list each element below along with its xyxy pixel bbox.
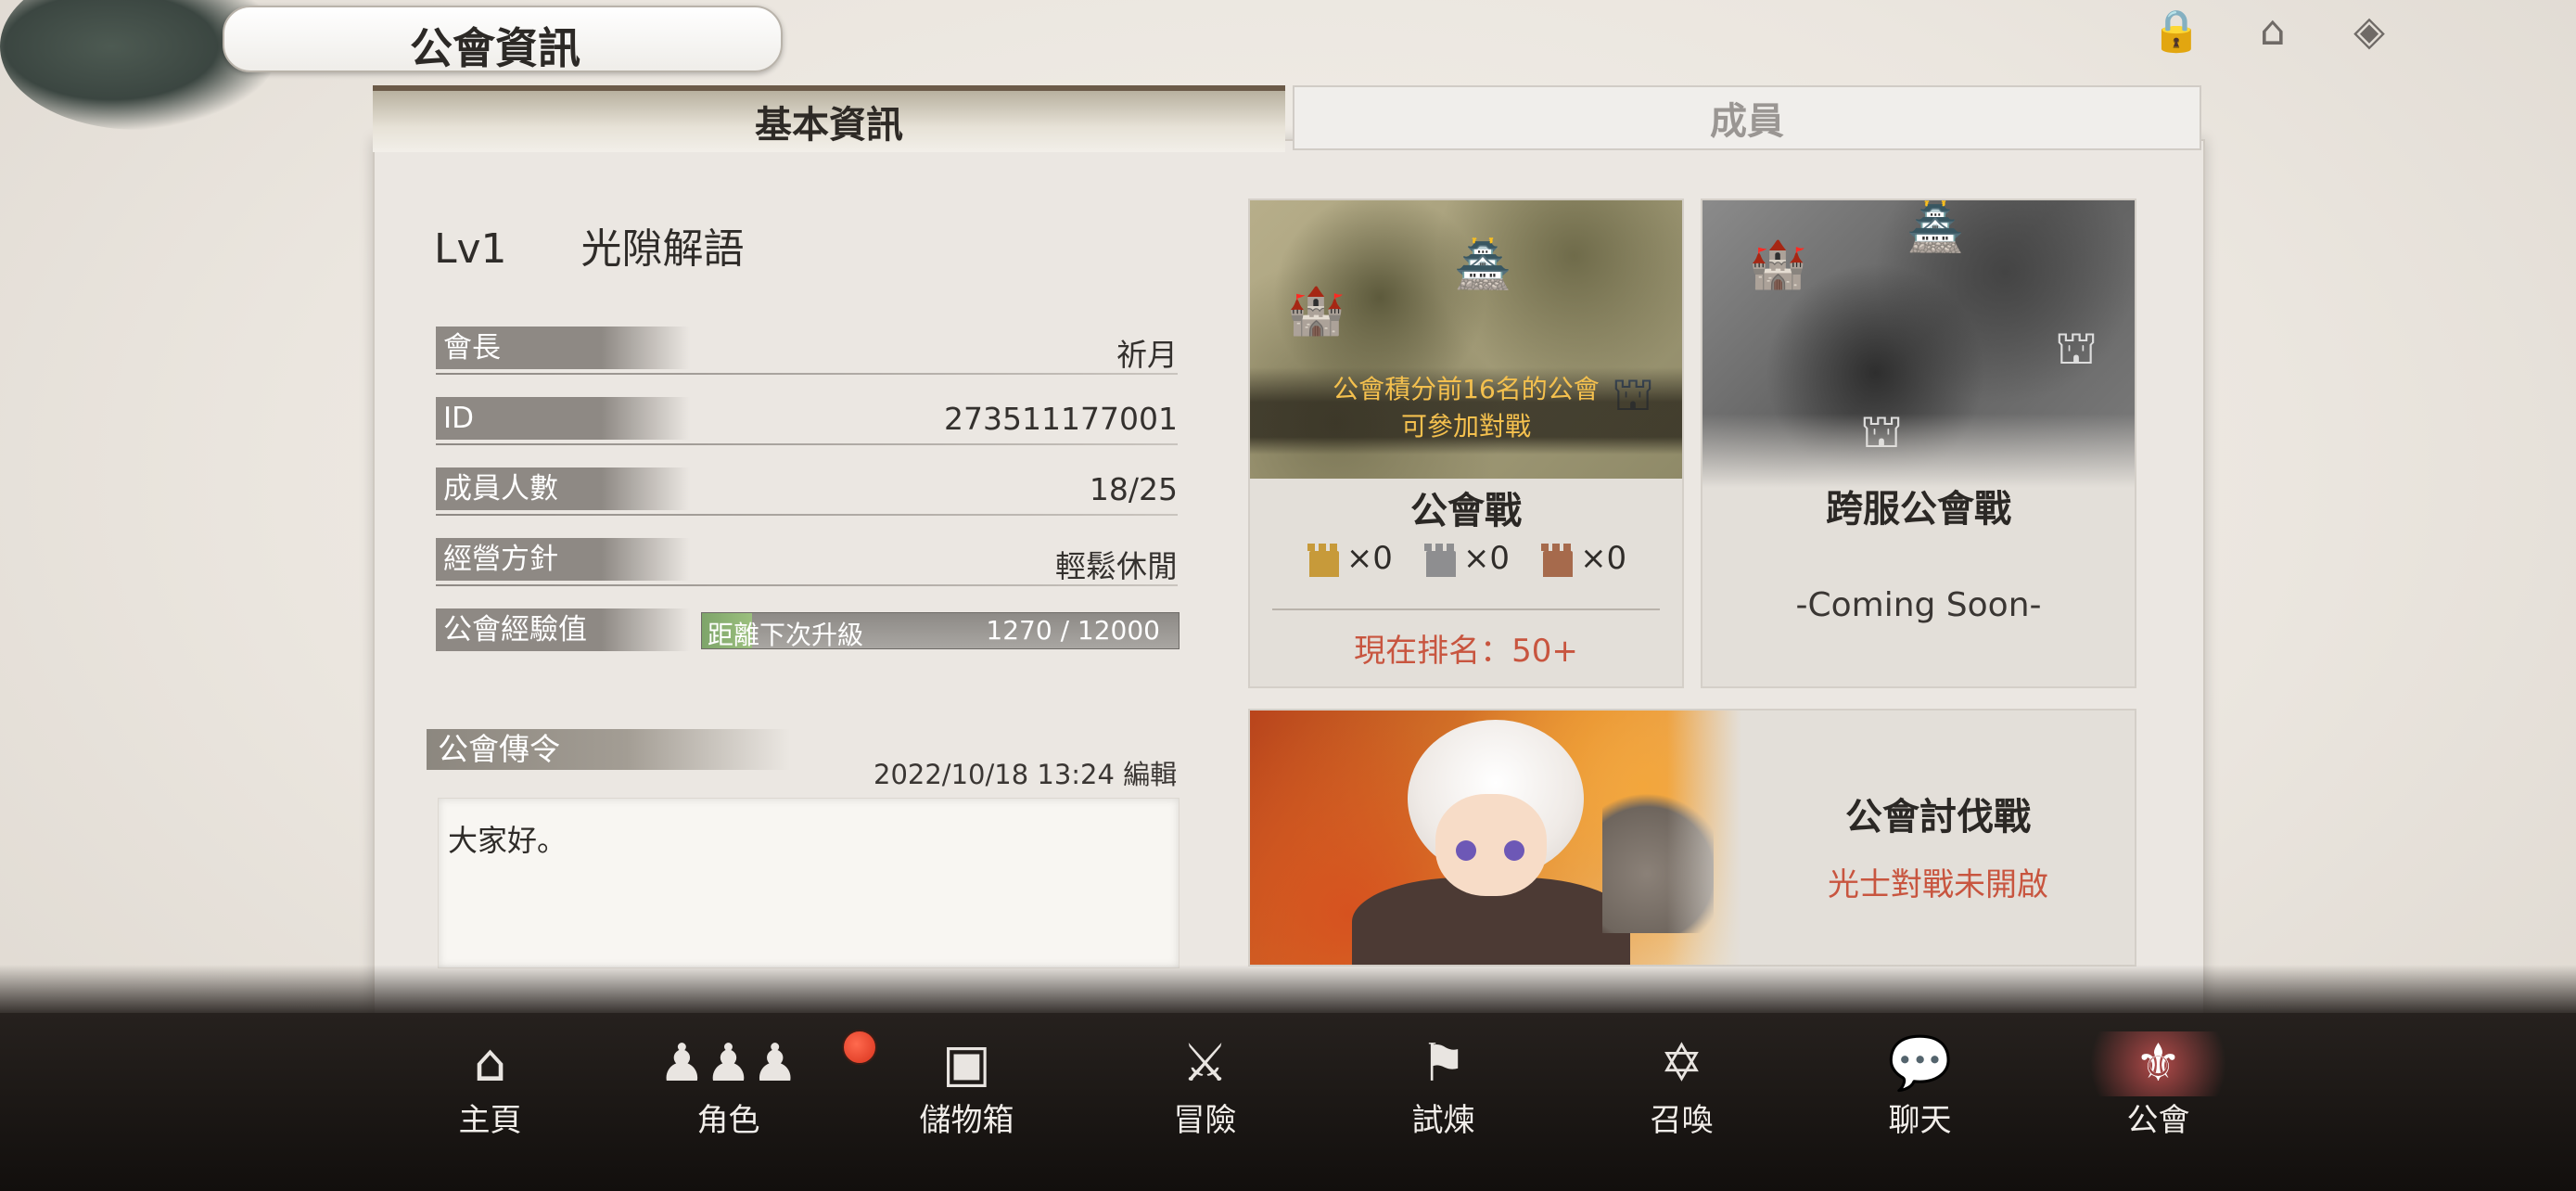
nav-item-chest[interactable]: ▣ 儲物箱 — [848, 1020, 1086, 1141]
tab-basic-info[interactable]: 基本資訊 — [373, 85, 1285, 152]
castle-icon: ⛫ — [2055, 321, 2098, 375]
guild-name: 光隙解語 — [580, 225, 745, 273]
notification-badge — [842, 1030, 877, 1065]
exp-bar-value: 1270 / 12000 — [986, 615, 1160, 646]
tab-members-label: 成員 — [1710, 100, 1784, 143]
exp-bar-caption: 距離下次升級 — [708, 620, 864, 650]
info-value: 273511177001 — [944, 401, 1178, 437]
notice-box: 大家好。 — [438, 798, 1180, 968]
token-silver: ×0 — [1422, 540, 1510, 577]
help-icon[interactable]: ◈ — [2339, 0, 2400, 61]
nav-label: 公會 — [2126, 1102, 2190, 1139]
nav-label: 試煉 — [1411, 1102, 1475, 1139]
guild-icon: ⚜ — [2039, 1031, 2277, 1096]
bottom-nav: ⌂ 主頁 ♟♟♟ 角色 ▣ 儲物箱 ⚔ 冒險 ⚑ 試煉 ✡ 召喚 💬 聊天 ⚜ … — [371, 1020, 2300, 1141]
nav-item-guild[interactable]: ⚜ 公會 — [2039, 1020, 2277, 1141]
art-eye — [1504, 840, 1524, 861]
castle-icon: 🏯 — [1454, 237, 1512, 291]
nav-label: 聊天 — [1888, 1102, 1952, 1139]
info-label: ID — [436, 397, 690, 440]
nav-label: 角色 — [696, 1102, 760, 1139]
divider — [436, 373, 1178, 375]
guild-war-rank: 現在排名：50+ — [1354, 633, 1578, 670]
token-count: ×0 — [1580, 540, 1627, 577]
chest-icon: ▣ — [942, 1033, 991, 1094]
chat-icon: 💬 — [1887, 1033, 1953, 1094]
crossed-swords-icon: ⚔ — [1181, 1033, 1229, 1094]
summon-icon: ✡ — [1660, 1033, 1703, 1094]
exp-progress-bar: 距離下次升級 1270 / 12000 — [701, 612, 1180, 650]
top-icons: 🔒 ⌂ ◈ — [2146, 0, 2400, 61]
cross-war-status: -Coming Soon- — [1795, 586, 2042, 624]
token-bronze: ×0 — [1539, 540, 1626, 577]
guild-war-map-image: 🏰 🏯 ⛫ 公會積分前16名的公會 可參加對戰 — [1250, 200, 1682, 479]
guild-level: Lv1 — [434, 225, 507, 273]
notice-edit-meta[interactable]: 2022/10/18 13:24 編輯 — [874, 753, 1177, 792]
divider — [436, 514, 1178, 516]
guild-war-tokens: ×0 ×0 ×0 — [1250, 540, 1682, 577]
castle-icon: 🏰 — [1749, 237, 1807, 291]
info-label: 會長 — [436, 327, 690, 369]
guild-header: Lv1 光隙解語 — [434, 215, 745, 275]
token-gold: ×0 — [1306, 540, 1393, 577]
shop-icon[interactable]: ⌂ — [2242, 0, 2303, 61]
nav-item-trial[interactable]: ⚑ 試煉 — [1324, 1020, 1562, 1141]
art-face — [1435, 794, 1547, 896]
guild-war-notice: 公會積分前16名的公會 可參加對戰 — [1250, 367, 1682, 455]
home-icon: ⌂ — [473, 1033, 507, 1094]
castle-icon: 🏰 — [1287, 284, 1345, 338]
nav-label: 冒險 — [1173, 1102, 1237, 1139]
title-plate: 公會資訊 — [223, 6, 783, 73]
axe-icon — [1602, 785, 1714, 933]
divider — [1272, 608, 1660, 610]
nav-label: 儲物箱 — [919, 1102, 1014, 1139]
info-row-leader: 會長 祈月 — [436, 327, 1178, 375]
nav-item-home[interactable]: ⌂ 主頁 — [371, 1020, 609, 1141]
notice-text: 大家好。 — [448, 823, 567, 858]
bronze-tower-icon — [1539, 540, 1576, 577]
guild-war-notice-text: 公會積分前16名的公會 可參加對戰 — [1333, 374, 1600, 442]
token-count: ×0 — [1345, 540, 1393, 577]
cross-war-map-image: 🏰 🏯 ⛫ ⛫ — [1702, 200, 2135, 488]
nav-item-adventure[interactable]: ⚔ 冒險 — [1086, 1020, 1324, 1141]
subdue-status: 光士對戰未開啟 — [1828, 866, 2048, 903]
lock-icon[interactable]: 🔒 — [2146, 0, 2207, 61]
token-count: ×0 — [1462, 540, 1511, 577]
info-value: 18/25 — [1089, 471, 1178, 507]
info-row-id: ID 273511177001 — [436, 397, 1178, 445]
info-row-members: 成員人數 18/25 — [436, 467, 1178, 516]
subdue-character-art — [1250, 711, 1741, 965]
tab-members[interactable]: 成員 — [1293, 85, 2201, 150]
info-row-policy: 經營方針 輕鬆休閒 — [436, 538, 1178, 586]
nav-label: 主頁 — [458, 1102, 522, 1139]
info-label: 經營方針 — [436, 538, 690, 581]
nav-item-chat[interactable]: 💬 聊天 — [1801, 1020, 2039, 1141]
cross-war-title: 跨服公會戰 — [1826, 487, 2011, 531]
cross-server-war-card[interactable]: 🏰 🏯 ⛫ ⛫ 跨服公會戰 -Coming Soon- — [1701, 198, 2136, 688]
info-value: 祈月 — [1116, 337, 1178, 373]
guild-war-card[interactable]: 🏰 🏯 ⛫ 公會積分前16名的公會 可參加對戰 公會戰 ×0 ×0 ×0 現在排… — [1248, 198, 1684, 688]
divider — [436, 584, 1178, 586]
gold-tower-icon — [1306, 540, 1343, 577]
tab-basic-info-label: 基本資訊 — [755, 104, 903, 147]
characters-icon: ♟♟♟ — [658, 1033, 798, 1094]
flag-icon: ⚑ — [1420, 1033, 1467, 1094]
nav-label: 召喚 — [1650, 1102, 1714, 1139]
art-eye — [1456, 840, 1476, 861]
page-title: 公會資訊 — [410, 23, 580, 73]
info-row-exp: 公會經驗值 距離下次升級 1270 / 12000 — [436, 608, 1180, 651]
subdue-title: 公會討伐戰 — [1845, 795, 2031, 839]
silver-tower-icon — [1422, 540, 1460, 577]
castle-icon: ⛫ — [1860, 404, 1903, 458]
info-value: 輕鬆休閒 — [1055, 548, 1178, 584]
info-label: 公會經驗值 — [436, 608, 690, 651]
castle-icon: 🏯 — [1906, 200, 1965, 254]
nav-item-characters[interactable]: ♟♟♟ 角色 — [609, 1020, 848, 1141]
info-label: 成員人數 — [436, 467, 690, 510]
guild-war-title: 公會戰 — [1410, 489, 1522, 532]
divider — [436, 443, 1178, 445]
notice-label: 公會傳令 — [427, 729, 790, 770]
nav-item-summon[interactable]: ✡ 召喚 — [1562, 1020, 1801, 1141]
guild-subdue-card[interactable]: 公會討伐戰 光士對戰未開啟 — [1248, 709, 2136, 967]
